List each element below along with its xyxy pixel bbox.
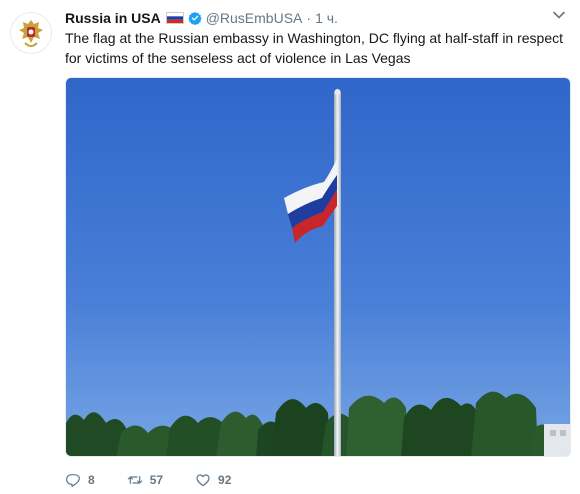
reply-icon [66,474,80,488]
retweet-count: 57 [149,473,164,487]
russia-flag-icon [165,12,184,24]
like-count: 92 [218,473,232,487]
retweet-button[interactable]: 57 [127,472,163,488]
avatar[interactable] [10,12,52,54]
half-staff-flag-photo [66,78,570,456]
author-handle[interactable]: @RusEmbUSA [206,10,303,26]
chevron-down-icon[interactable] [552,8,566,22]
retweet-icon [127,476,142,484]
tweet-timestamp[interactable]: 1 ч. [315,10,338,26]
tweet-header: Russia in USA @RusEmbUSA · 1 ч. [65,8,338,28]
tweet-photo[interactable] [65,77,571,457]
reply-count: 8 [88,473,95,487]
heart-icon [196,474,210,487]
tweet-text: The flag at the Russian embassy in Washi… [65,30,564,66]
like-button[interactable]: 92 [195,472,231,488]
author-name[interactable]: Russia in USA [65,10,161,26]
coat-of-arms-icon [12,14,50,52]
verified-badge-icon [187,11,202,26]
separator-dot: · [306,10,312,26]
tweet[interactable]: Russia in USA @RusEmbUSA · 1 ч. The flag… [0,0,580,494]
reply-button[interactable]: 8 [65,472,95,488]
tweet-actions: 8 57 92 [65,470,263,490]
